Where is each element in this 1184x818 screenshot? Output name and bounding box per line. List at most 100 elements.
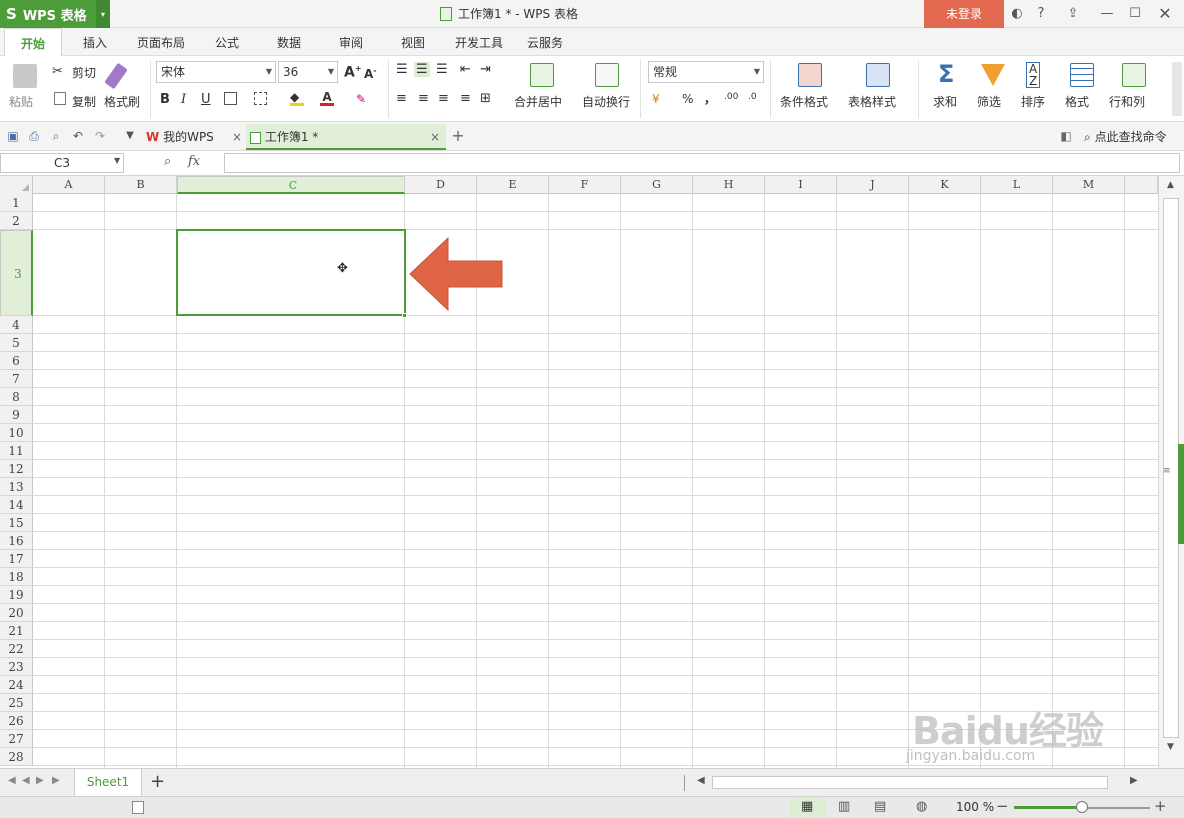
- decrease-indent-icon[interactable]: ⇤: [460, 62, 471, 77]
- add-sheet-plus-icon[interactable]: +: [150, 771, 165, 792]
- fill-pattern-icon[interactable]: [254, 92, 267, 105]
- zoom-slider-knob[interactable]: [1076, 801, 1088, 813]
- zoom-in-icon[interactable]: +: [1154, 797, 1167, 815]
- format-button[interactable]: 格式: [1065, 93, 1089, 110]
- wrap-text-icon[interactable]: [595, 63, 619, 87]
- tab-cloud[interactable]: 云服务: [520, 28, 570, 56]
- font-size-select[interactable]: 36 ▼: [278, 61, 338, 83]
- zoom-level[interactable]: 100 %: [956, 800, 994, 814]
- align-center-icon[interactable]: ≡: [418, 91, 429, 106]
- align-left-icon[interactable]: ≡: [396, 91, 407, 106]
- tab-developer[interactable]: 开发工具: [448, 28, 510, 56]
- horizontal-scroll-thumb[interactable]: [712, 776, 1108, 789]
- row-header-19[interactable]: 19: [0, 586, 33, 604]
- row-header-7[interactable]: 7: [0, 370, 33, 388]
- tab-review[interactable]: 审阅: [326, 28, 376, 56]
- comma-button[interactable]: ，: [704, 90, 716, 107]
- zoom-out-icon[interactable]: −: [996, 797, 1009, 815]
- active-cell[interactable]: [176, 229, 406, 316]
- merge-center-button[interactable]: 合并居中: [514, 93, 562, 110]
- row-header-9[interactable]: 9: [0, 406, 33, 424]
- tab-home[interactable]: 开始: [4, 28, 62, 57]
- font-name-select[interactable]: 宋体 ▼: [156, 61, 276, 83]
- row-header-8[interactable]: 8: [0, 388, 33, 406]
- upload-icon[interactable]: ⇪: [1062, 0, 1084, 28]
- page-layout-view-icon[interactable]: ▤: [874, 799, 886, 814]
- row-header-4[interactable]: 4: [0, 316, 33, 334]
- tab-data[interactable]: 数据: [264, 28, 314, 56]
- row-header-12[interactable]: 12: [0, 460, 33, 478]
- doc-tab-my-wps[interactable]: W 我的WPS ×: [146, 124, 244, 150]
- scroll-down-icon[interactable]: ▼: [1167, 742, 1174, 752]
- row-header-5[interactable]: 5: [0, 334, 33, 352]
- tab-page-layout[interactable]: 页面布局: [130, 28, 192, 56]
- undo-icon[interactable]: ↶: [70, 128, 86, 144]
- italic-button[interactable]: I: [181, 92, 186, 107]
- increase-font-icon[interactable]: A+: [344, 64, 362, 81]
- copy-button[interactable]: 复制: [72, 93, 96, 110]
- column-header-g[interactable]: G: [621, 176, 693, 194]
- row-col-icon[interactable]: [1122, 63, 1146, 87]
- conditional-format-button[interactable]: 条件格式: [780, 93, 828, 110]
- select-all-corner[interactable]: [0, 176, 33, 194]
- save-icon[interactable]: ▣: [5, 128, 21, 144]
- column-header-c[interactable]: C: [177, 176, 405, 194]
- bold-button[interactable]: B: [160, 92, 170, 107]
- formula-input[interactable]: [224, 153, 1180, 173]
- paste-icon[interactable]: [13, 64, 37, 88]
- column-header-m[interactable]: M: [1053, 176, 1125, 194]
- row-header-17[interactable]: 17: [0, 550, 33, 568]
- eye-protect-icon[interactable]: ◍: [916, 799, 927, 814]
- doc-tab-workbook1[interactable]: 工作簿1 * ×: [246, 124, 446, 150]
- close-icon[interactable]: ✕: [1154, 0, 1176, 28]
- fx-icon[interactable]: fx: [188, 154, 200, 169]
- find-command[interactable]: ⌕ 点此查找命令: [1084, 128, 1167, 145]
- column-header-b[interactable]: B: [105, 176, 177, 194]
- conditional-format-icon[interactable]: [798, 63, 822, 87]
- row-header-16[interactable]: 16: [0, 532, 33, 550]
- row-header-23[interactable]: 23: [0, 658, 33, 676]
- row-header-13[interactable]: 13: [0, 478, 33, 496]
- column-header-k[interactable]: K: [909, 176, 981, 194]
- justify-icon[interactable]: ≡: [460, 91, 471, 106]
- wrap-text-button[interactable]: 自动换行: [582, 93, 630, 110]
- column-header-i[interactable]: I: [765, 176, 837, 194]
- customize-chevron-down-icon[interactable]: ▼: [122, 128, 138, 144]
- cut-button[interactable]: 剪切: [72, 64, 96, 81]
- decrease-font-icon[interactable]: A-: [364, 66, 377, 81]
- tab-formulas[interactable]: 公式: [202, 28, 252, 56]
- print-preview-icon[interactable]: ⌕: [48, 128, 64, 144]
- table-style-icon[interactable]: [866, 63, 890, 87]
- row-header-10[interactable]: 10: [0, 424, 33, 442]
- sum-icon[interactable]: Σ: [938, 60, 954, 88]
- row-header-3[interactable]: 3: [0, 230, 33, 316]
- redo-icon[interactable]: ↷: [92, 128, 108, 144]
- row-header-18[interactable]: 18: [0, 568, 33, 586]
- column-header-a[interactable]: A: [33, 176, 105, 194]
- percent-button[interactable]: %: [682, 92, 693, 106]
- sheet-tab[interactable]: Sheet1: [74, 769, 142, 796]
- scroll-right-icon[interactable]: ▶: [1130, 775, 1138, 786]
- distribute-icon[interactable]: ⊞: [480, 91, 491, 106]
- column-header-l[interactable]: L: [981, 176, 1053, 194]
- row-header-27[interactable]: 27: [0, 730, 33, 748]
- new-tab-plus-icon[interactable]: +: [450, 128, 466, 144]
- number-format-select[interactable]: 常规 ▼: [648, 61, 764, 83]
- format-painter-button[interactable]: 格式刷: [104, 93, 140, 110]
- normal-view-button[interactable]: ▦: [790, 797, 826, 818]
- row-header-24[interactable]: 24: [0, 676, 33, 694]
- macro-icon[interactable]: [132, 801, 144, 814]
- minimize-icon[interactable]: —: [1096, 0, 1118, 28]
- underline-button[interactable]: U: [201, 92, 211, 107]
- row-header-2[interactable]: 2: [0, 212, 33, 230]
- row-header-22[interactable]: 22: [0, 640, 33, 658]
- name-box[interactable]: C3: [0, 153, 124, 173]
- increase-indent-icon[interactable]: ⇥: [480, 62, 491, 77]
- column-header-f[interactable]: F: [549, 176, 621, 194]
- sort-button[interactable]: 排序: [1021, 93, 1045, 110]
- fill-color-icon[interactable]: ◆: [290, 90, 304, 106]
- font-color-icon[interactable]: A: [320, 90, 334, 106]
- row-header-25[interactable]: 25: [0, 694, 33, 712]
- app-menu-caret-icon[interactable]: ▾: [96, 0, 110, 28]
- vertical-scrollbar[interactable]: ▲ ≡ ▼: [1158, 176, 1184, 768]
